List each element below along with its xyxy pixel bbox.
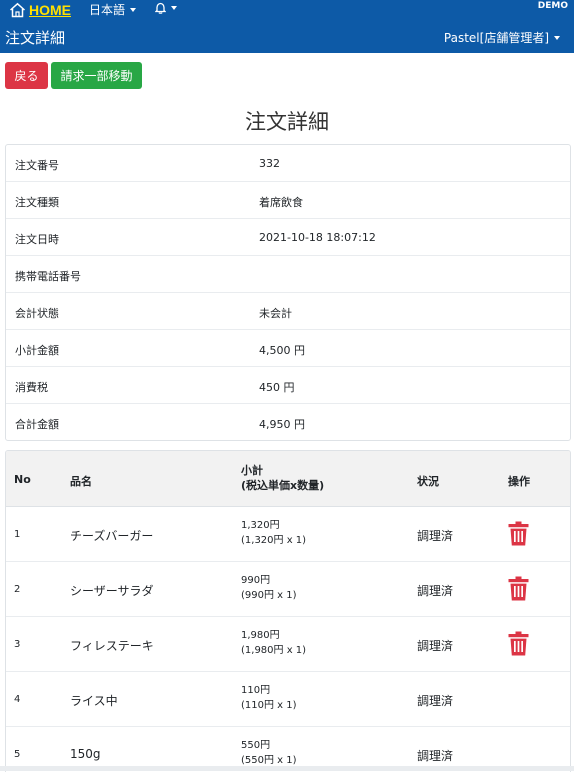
order-info-row: 注文日時 2021-10-18 18:07:12 [6,219,570,256]
header-subtotal-note: (税込単価x数量) [241,479,325,492]
info-value: 未会計 [259,307,292,320]
home-label: HOME [29,2,71,18]
delete-button[interactable] [508,521,529,546]
info-label: 携帯電話番号 [15,270,81,283]
row-subtotal-amount: 990円 [241,575,271,586]
back-button[interactable]: 戻る [5,62,48,89]
user-menu[interactable]: Pastel[店舗管理者] [444,29,560,46]
notifications-dropdown[interactable] [155,2,177,14]
table-row: 1 チーズバーガー 1,320円 (1,320円 x 1) 調理済 [6,507,570,562]
environment-badge: DEMO [537,1,568,11]
row-no: 3 [14,639,21,650]
info-label: 消費税 [15,381,48,394]
order-info-row: 注文番号 332 [6,145,570,182]
row-status: 調理済 [417,749,454,763]
row-status: 調理済 [417,529,454,543]
order-info-row: 小計金額 4,500 円 [6,330,570,367]
trash-icon [508,631,529,656]
delete-button[interactable] [508,576,529,601]
partial-billing-move-button[interactable]: 請求一部移動 [51,62,142,89]
bell-icon [155,2,166,14]
table-header: No 品名 小計 (税込単価x数量) 状況 操作 [6,451,570,507]
order-info-row: 携帯電話番号 [6,256,570,293]
row-name: 150g [70,747,101,761]
row-status: 調理済 [417,639,454,653]
header-no: No [14,473,31,486]
trash-icon [508,521,529,546]
row-status: 調理済 [417,584,454,598]
order-info-row: 合計金額 4,950 円 [6,404,570,440]
row-name: シーザーサラダ [70,584,154,598]
row-no: 5 [14,749,21,760]
info-value: 4,950 円 [259,418,305,431]
row-subtotal: 1,320円 (1,320円 x 1) [241,518,306,548]
row-name: フィレステーキ [70,639,154,653]
row-no: 2 [14,584,21,595]
order-info-row: 注文種類 着席飲食 [6,182,570,219]
delete-button[interactable] [508,631,529,656]
row-name: チーズバーガー [70,529,154,543]
page-title: 注文詳細 [245,110,329,134]
info-label: 会計状態 [15,307,59,320]
header-subtotal: 小計 (税込単価x数量) [241,463,324,493]
row-subtotal: 1,980円 (1,980円 x 1) [241,628,306,658]
table-row: 3 フィレステーキ 1,980円 (1,980円 x 1) 調理済 [6,617,570,672]
info-value: 450 円 [259,381,295,394]
info-value: 2021-10-18 18:07:12 [259,231,376,244]
order-info-row: 消費税 450 円 [6,367,570,404]
row-status: 調理済 [417,694,454,708]
order-info-row: 会計状態 未会計 [6,293,570,330]
header-subtotal-label: 小計 [241,464,263,477]
order-items-table: No 品名 小計 (税込単価x数量) 状況 操作 1 チーズバーガー 1,320… [5,450,571,772]
chevron-down-icon [130,7,137,12]
info-label: 注文日時 [15,233,59,246]
language-label: 日本語 [89,3,126,17]
row-subtotal-amount: 110円 [241,685,271,696]
row-subtotal-amount: 1,980円 [241,630,280,641]
info-label: 注文番号 [15,159,59,172]
row-no: 4 [14,694,21,705]
row-subtotal-detail: (1,980円 x 1) [241,645,307,656]
language-dropdown[interactable]: 日本語 [89,1,137,18]
info-value: 4,500 円 [259,344,305,357]
page-subtitle: 注文詳細 [5,29,66,47]
row-subtotal-amount: 1,320円 [241,520,280,531]
info-label: 小計金額 [15,344,59,357]
row-subtotal-detail: (1,320円 x 1) [241,535,307,546]
home-icon [10,2,25,18]
row-subtotal-amount: 550円 [241,740,271,751]
row-subtotal: 990円 (990円 x 1) [241,573,297,603]
table-row: 2 シーザーサラダ 990円 (990円 x 1) 調理済 [6,562,570,617]
chevron-down-icon [171,6,177,10]
user-label: Pastel[店舗管理者] [443,31,549,45]
header-action: 操作 [508,475,530,488]
home-link[interactable]: HOME [9,1,71,19]
info-label: 合計金額 [15,418,59,431]
row-subtotal-detail: (110円 x 1) [241,700,297,711]
info-value: 332 [259,157,280,170]
row-subtotal: 550円 (550円 x 1) [241,738,297,768]
chevron-down-icon [554,35,560,40]
row-subtotal: 110円 (110円 x 1) [241,683,297,713]
trash-icon [508,576,529,601]
row-no: 1 [14,529,21,540]
horizontal-scrollbar[interactable] [0,766,574,771]
header-name: 品名 [70,475,92,488]
row-name: ライス中 [70,694,118,708]
row-subtotal-detail: (990円 x 1) [241,590,297,601]
header-status: 状況 [417,475,439,488]
row-subtotal-detail: (550円 x 1) [241,755,297,766]
info-value: 着席飲食 [259,196,303,209]
order-info-table: 注文番号 332 注文種類 着席飲食 注文日時 2021-10-18 18:07… [5,144,571,441]
top-navbar: HOME 日本語 DEMO 注文詳細 Pastel[店舗管理者] [0,0,574,53]
info-label: 注文種類 [15,196,59,209]
table-row: 4 ライス中 110円 (110円 x 1) 調理済 [6,672,570,727]
